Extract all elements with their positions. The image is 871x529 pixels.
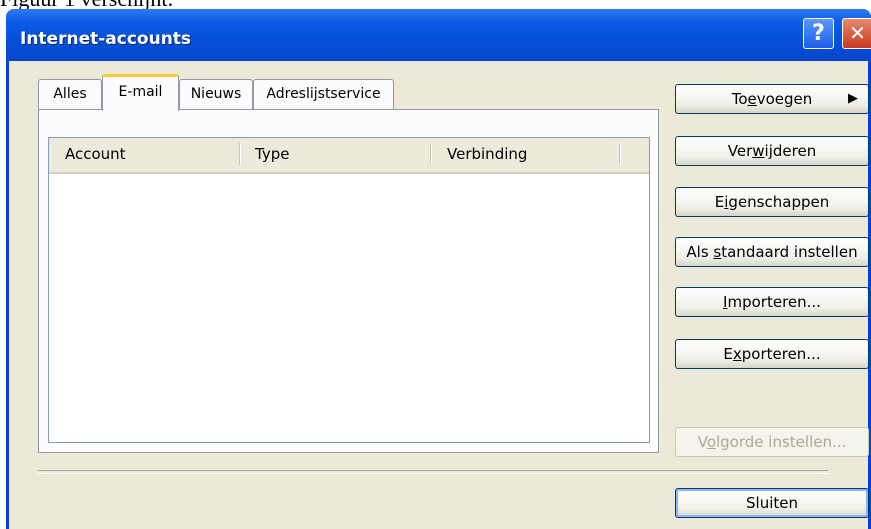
close-button[interactable]: Sluiten bbox=[675, 488, 869, 518]
tab-e-mail[interactable]: E-mail bbox=[102, 74, 179, 111]
close-window-button[interactable]: ✕ bbox=[842, 18, 871, 49]
close-icon: ✕ bbox=[849, 21, 866, 45]
close-label: Sluiten bbox=[746, 494, 798, 512]
set-default-button[interactable]: Als standaard instellen bbox=[675, 237, 869, 267]
add-button[interactable]: Toevoegen ▶ bbox=[675, 84, 869, 114]
tab-label: Alles bbox=[53, 86, 87, 102]
set-order-label: Volgorde instellen... bbox=[697, 433, 847, 451]
import-label: Importeren... bbox=[723, 293, 821, 311]
column-divider[interactable] bbox=[430, 143, 432, 165]
column-header-type[interactable]: Type bbox=[255, 145, 289, 163]
import-button[interactable]: Importeren... bbox=[675, 287, 869, 317]
help-button[interactable]: ? bbox=[803, 18, 834, 49]
title-bar[interactable]: Internet-accounts ? ✕ bbox=[6, 9, 871, 61]
remove-label: Verwijderen bbox=[727, 142, 817, 160]
add-label: Toevoegen bbox=[731, 90, 813, 108]
column-divider[interactable] bbox=[239, 143, 241, 165]
account-list[interactable]: Account Type Verbinding bbox=[48, 137, 650, 443]
submenu-arrow-icon: ▶ bbox=[848, 91, 858, 106]
column-divider[interactable] bbox=[619, 143, 621, 165]
tab-label: Adreslijstservice bbox=[266, 86, 381, 102]
column-header-verbinding[interactable]: Verbinding bbox=[447, 145, 527, 163]
properties-button[interactable]: Eigenschappen bbox=[675, 187, 869, 217]
tab-alles[interactable]: Alles bbox=[38, 79, 102, 109]
export-button[interactable]: Exporteren... bbox=[675, 339, 869, 369]
separator-line bbox=[38, 470, 828, 474]
list-header: Account Type Verbinding bbox=[49, 138, 649, 174]
internet-accounts-dialog: Internet-accounts ? ✕ Alles E-mail Nieuw… bbox=[6, 9, 871, 529]
remove-button[interactable]: Verwijderen bbox=[675, 136, 869, 166]
tab-label: Nieuws bbox=[190, 86, 242, 102]
tab-label: E-mail bbox=[118, 84, 163, 100]
set-default-label: Als standaard instellen bbox=[686, 243, 858, 261]
tab-nieuws[interactable]: Nieuws bbox=[179, 79, 253, 109]
column-header-account[interactable]: Account bbox=[65, 145, 126, 163]
properties-label: Eigenschappen bbox=[714, 193, 830, 211]
set-order-button[interactable]: Volgorde instellen... bbox=[675, 427, 869, 457]
export-label: Exporteren... bbox=[723, 345, 821, 363]
help-icon: ? bbox=[812, 21, 825, 46]
tab-adreslijstservice[interactable]: Adreslijstservice bbox=[253, 79, 394, 109]
window-title: Internet-accounts bbox=[20, 29, 192, 49]
